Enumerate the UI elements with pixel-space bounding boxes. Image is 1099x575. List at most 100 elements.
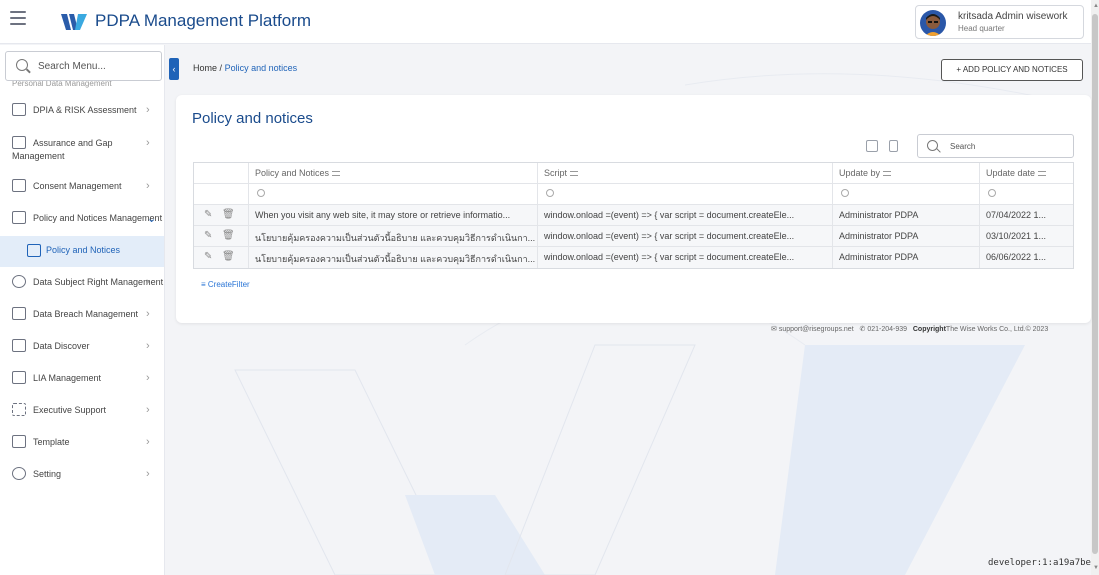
column-chooser-icon[interactable] (889, 140, 898, 152)
sidebar-item-label: Data Subject Right Management (33, 277, 164, 287)
page-title: Policy and notices (192, 110, 313, 127)
column-header-update-by[interactable]: Update by (833, 163, 980, 183)
export-excel-icon[interactable] (866, 140, 878, 152)
filter-icon[interactable] (570, 171, 579, 177)
search-icon (927, 140, 938, 151)
filter-icon[interactable] (332, 171, 341, 177)
chevron-right-icon: › (146, 137, 150, 149)
sidebar-item-consent[interactable]: Consent Management › (0, 174, 164, 202)
phone-icon: ✆ (859, 326, 866, 333)
copyright-label: Copyright (912, 326, 946, 333)
sidebar-item-assurance[interactable]: Assurance and Gap Management › (0, 131, 164, 165)
sidebar-item-executive-support[interactable]: Executive Support › (0, 398, 164, 426)
search-icon (16, 59, 28, 71)
sidebar-item-label: Template (33, 437, 70, 447)
column-header-label: Script (544, 168, 568, 178)
column-header-policy[interactable]: Policy and Notices (249, 163, 538, 183)
filter-cell-update-by[interactable] (833, 184, 980, 204)
gear-icon (12, 467, 26, 480)
template-icon (12, 435, 26, 448)
column-header-script[interactable]: Script (538, 163, 833, 183)
table-row[interactable]: ✎ 🗑 นโยบายคุ้มครองความเป็นส่วนตัวนี้อธิบา… (194, 226, 1073, 247)
cell-update-date: 06/06/2022 1... (986, 252, 1047, 262)
sidebar-item-policy-notices[interactable]: Policy and Notices (0, 236, 164, 267)
discover-icon (12, 339, 26, 352)
chevron-right-icon: › (146, 404, 150, 416)
filter-cell-update-date[interactable] (980, 184, 1075, 204)
search-icon (257, 189, 265, 197)
column-header-label: Update date (986, 168, 1036, 178)
column-header-update-date[interactable]: Update date (980, 163, 1075, 183)
chevron-right-icon: › (146, 372, 150, 384)
avatar (920, 10, 946, 36)
row-actions: ✎ 🗑 (194, 247, 249, 268)
cell-policy: นโยบายคุ้มครองความเป็นส่วนตัวนี้อธิบาย แ… (249, 247, 538, 268)
sidebar-item-setting[interactable]: Setting › (0, 462, 164, 490)
sidebar-item-lia[interactable]: LIA Management › (0, 366, 164, 394)
app-title: PDPA Management Platform (95, 11, 312, 30)
trash-icon[interactable]: 🗑 (222, 251, 235, 262)
sidebar-item-label: Executive Support (33, 405, 107, 415)
filter-cell-policy[interactable] (249, 184, 538, 204)
lia-icon (12, 371, 26, 384)
chevron-right-icon: › (146, 308, 150, 320)
cell-policy: When you visit any web site, it may stor… (249, 205, 538, 225)
support-email[interactable]: support@risegroups.net (779, 326, 854, 333)
sidebar-collapse-button[interactable]: ‹ (169, 58, 179, 80)
edit-icon[interactable]: ✎ (204, 230, 212, 241)
filter-icon: ≡ (201, 280, 208, 289)
sidebar-item-label: Data Discover (33, 341, 90, 351)
add-policy-button[interactable]: + ADD POLICY AND NOTICES (941, 59, 1083, 81)
sidebar: Personal Data Management Search Menu... … (0, 45, 165, 575)
filter-icon[interactable] (883, 171, 892, 177)
sidebar-item-label: Policy and Notices (46, 245, 121, 255)
table-header-row: Policy and Notices Script Update by Upda… (194, 163, 1073, 184)
table-search-input[interactable]: Search (917, 134, 1074, 158)
sidebar-item-data-breach[interactable]: Data Breach Management › (0, 302, 164, 330)
row-actions: ✎ 🗑 (194, 226, 249, 246)
menu-search-input[interactable]: Search Menu... (5, 51, 162, 81)
risk-icon (12, 103, 26, 116)
policy-icon (12, 211, 26, 224)
cell-update-date: 07/04/2022 1... (986, 210, 1047, 220)
consent-icon (12, 179, 26, 192)
table-row[interactable]: ✎ 🗑 When you visit any web site, it may s… (194, 205, 1073, 226)
sidebar-item-label: Assurance and Gap (33, 138, 113, 148)
menu-icon[interactable] (10, 11, 26, 25)
search-icon (841, 189, 849, 197)
sidebar-item-dpia[interactable]: DPIA & RISK Assessment › (0, 98, 164, 126)
sidebar-item-label: DPIA & RISK Assessment (33, 105, 137, 115)
page-scrollbar[interactable]: ▲ ▼ (1091, 0, 1099, 575)
policy-table: Policy and Notices Script Update by Upda… (193, 162, 1074, 269)
cell-script: window.onload =(event) => { var script =… (538, 226, 833, 246)
edit-icon[interactable]: ✎ (204, 209, 212, 220)
user-organization: Head quarter (958, 24, 1005, 33)
create-filter-button[interactable]: ≡ CreateFilter (201, 280, 250, 289)
header-actions (194, 163, 249, 183)
sidebar-item-policy-management[interactable]: Policy and Notices Management ⌄ (0, 206, 164, 234)
breadcrumb-home[interactable]: Home (193, 63, 217, 73)
scroll-up-icon[interactable]: ▲ (1093, 3, 1099, 9)
user-menu[interactable]: kritsada Admin wisework Head quarter (915, 5, 1084, 39)
breach-icon (12, 307, 26, 320)
cell-update-by: Administrator PDPA (833, 226, 980, 246)
filter-icon[interactable] (1038, 171, 1047, 177)
shield-icon (12, 275, 26, 288)
sidebar-item-template[interactable]: Template › (0, 430, 164, 458)
sidebar-item-label: Consent Management (33, 181, 122, 191)
scroll-thumb[interactable] (1092, 14, 1098, 554)
cell-update-by: Administrator PDPA (833, 247, 980, 268)
cell-script: window.onload =(event) => { var script =… (538, 247, 833, 268)
trash-icon[interactable]: 🗑 (222, 209, 235, 220)
edit-icon[interactable]: ✎ (204, 251, 212, 262)
sidebar-item-label-line2: Management (12, 151, 65, 161)
chevron-right-icon: › (146, 436, 150, 448)
sidebar-item-data-discover[interactable]: Data Discover › (0, 334, 164, 362)
filter-cell-script[interactable] (538, 184, 833, 204)
trash-icon[interactable]: 🗑 (222, 230, 235, 241)
breadcrumb-separator: / (219, 63, 223, 73)
table-row[interactable]: ✎ 🗑 นโยบายคุ้มครองความเป็นส่วนตัวนี้อธิบา… (194, 247, 1073, 268)
sidebar-item-data-subject-right[interactable]: Data Subject Right Management › (0, 270, 164, 298)
scroll-down-icon[interactable]: ▼ (1093, 565, 1099, 571)
table-search-placeholder: Search (950, 142, 976, 151)
